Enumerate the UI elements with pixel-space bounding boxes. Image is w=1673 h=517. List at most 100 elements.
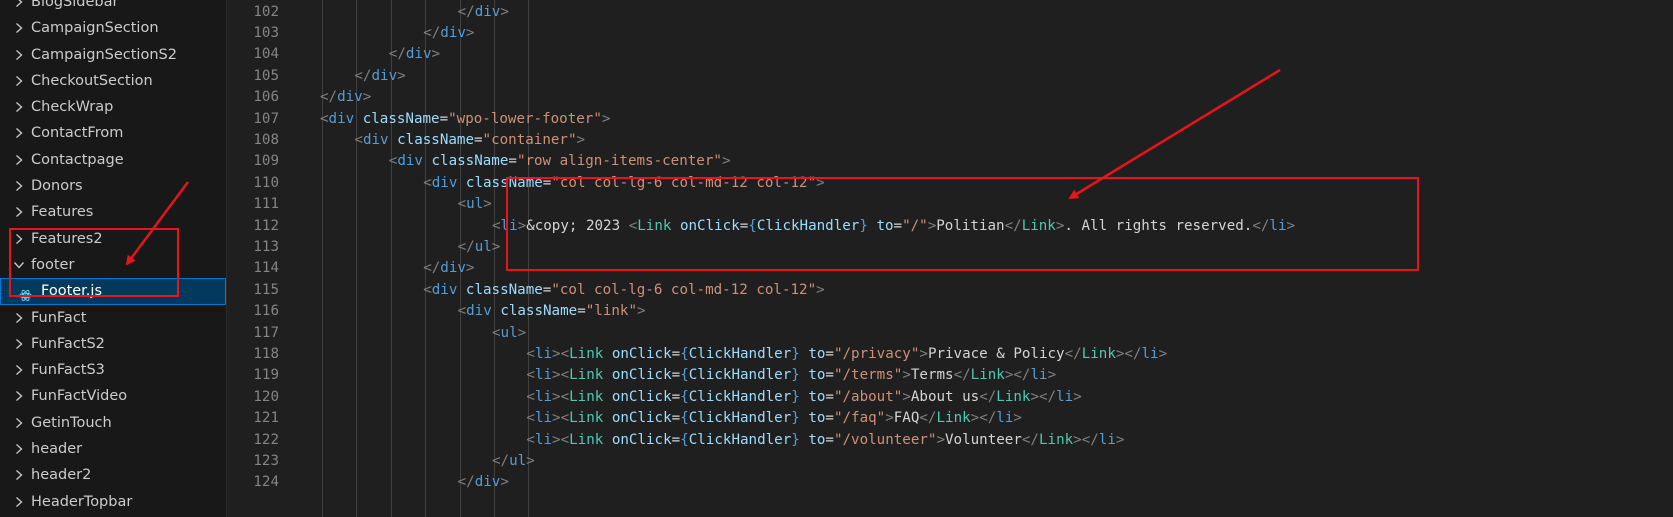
sidebar-folder-getintouch[interactable]: GetinTouch [0, 410, 226, 436]
sidebar-folder-contactfrom[interactable]: ContactFrom [0, 120, 226, 146]
chevron-right-icon[interactable] [13, 410, 25, 436]
chevron-right-icon[interactable] [13, 357, 25, 383]
code-line[interactable]: 107 <div className="wpo-lower-footer"> [227, 108, 1673, 131]
line-number: 105 [253, 67, 279, 84]
code-token: div [371, 67, 398, 84]
code-line[interactable]: 116 <div className="link"> [227, 300, 1673, 323]
chevron-right-icon[interactable] [13, 173, 25, 199]
code-token: </ [492, 452, 510, 469]
code-token: = [671, 388, 681, 405]
code-line[interactable]: 105 </div> [227, 65, 1673, 88]
sidebar-item-label: HeaderTopbar [31, 493, 133, 510]
code-token: li [534, 431, 553, 448]
sidebar-folder-campaignsections2[interactable]: CampaignSectionS2 [0, 42, 226, 68]
chevron-right-icon[interactable] [13, 489, 25, 515]
chevron-right-icon[interactable] [13, 305, 25, 331]
sidebar-folder-checkoutsection[interactable]: CheckoutSection [0, 68, 226, 94]
chevron-right-icon[interactable] [13, 68, 25, 94]
sidebar-folder-contactpage[interactable]: Contactpage [0, 147, 226, 173]
code-line[interactable]: 106 </div> [227, 86, 1673, 109]
code-token: "link" [585, 303, 637, 320]
sidebar-folder-header[interactable]: header [0, 436, 226, 462]
chevron-right-icon[interactable] [13, 147, 25, 173]
code-line[interactable]: 109 <div className="row align-items-cente… [227, 150, 1673, 173]
sidebar-folder-features[interactable]: Features [0, 199, 226, 225]
code-text: <div className="link"> [458, 300, 646, 323]
sidebar-folder-funfacts3[interactable]: FunFactS3 [0, 357, 226, 383]
sidebar-folder-blogsidebar[interactable]: BlogSidebar [0, 0, 226, 15]
code-line[interactable]: 117 <ul> [227, 322, 1673, 345]
code-token: div [405, 46, 432, 63]
code-token: = [671, 410, 681, 427]
chevron-right-icon[interactable] [13, 15, 25, 41]
code-line[interactable]: 115 <div className="col col-lg-6 col-md-1… [227, 279, 1673, 302]
sidebar-folder-funfacts2[interactable]: FunFactS2 [0, 331, 226, 357]
line-number: 113 [253, 238, 279, 255]
code-line[interactable]: 119 <li><Link onClick={ClickHandler} to="… [227, 364, 1673, 387]
sidebar-item-label: FunFactS2 [31, 335, 105, 352]
code-token: ClickHandler [688, 367, 792, 384]
code-token: < [492, 324, 501, 341]
code-token: </ [919, 410, 937, 427]
sidebar-item-label: Donors [31, 178, 83, 195]
code-line[interactable]: 118 <li><Link onClick={ClickHandler} to="… [227, 343, 1673, 366]
code-token: >< [552, 345, 570, 362]
code-token: = [671, 367, 681, 384]
code-token: > [517, 324, 527, 341]
code-token: Link [569, 410, 604, 427]
code-line[interactable]: 102 </div> [227, 1, 1673, 24]
sidebar-folder-donors[interactable]: Donors [0, 173, 226, 199]
code-line[interactable]: 122 <li><Link onClick={ClickHandler} to="… [227, 429, 1673, 452]
chevron-right-icon[interactable] [13, 383, 25, 409]
code-token: ></ [1030, 388, 1057, 405]
chevron-right-icon[interactable] [13, 436, 25, 462]
code-line[interactable]: 104 </div> [227, 43, 1673, 66]
code-token: < [320, 110, 329, 127]
sidebar-item-label: header2 [31, 467, 92, 484]
line-number: 104 [253, 46, 279, 63]
sidebar-folder-headertopbar[interactable]: HeaderTopbar [0, 489, 226, 515]
code-token: >< [552, 388, 570, 405]
code-line[interactable]: 103 </div> [227, 22, 1673, 45]
code-token: ClickHandler [688, 388, 792, 405]
code-line[interactable]: 121 <li><Link onClick={ClickHandler} to="… [227, 407, 1673, 430]
code-token: className [465, 281, 543, 298]
sidebar-folder-campaignsection[interactable]: CampaignSection [0, 15, 226, 41]
code-token: > [936, 431, 946, 448]
chevron-right-icon[interactable] [13, 42, 25, 68]
code-token: > [431, 46, 441, 63]
chevron-right-icon[interactable] [13, 331, 25, 357]
chevron-right-icon[interactable] [13, 94, 25, 120]
code-token: </ [457, 238, 475, 255]
code-token: > [919, 345, 928, 362]
code-line[interactable]: 123 </ul> [227, 450, 1673, 473]
code-token: = [439, 110, 449, 127]
code-token: > [491, 238, 501, 255]
code-token: < [526, 367, 535, 384]
sidebar-folder-header2[interactable]: header2 [0, 462, 226, 488]
sidebar-folder-funfactvideo[interactable]: FunFactVideo [0, 383, 226, 409]
sidebar-folder-checkwrap[interactable]: CheckWrap [0, 94, 226, 120]
chevron-right-icon[interactable] [13, 462, 25, 488]
sidebar-folder-funfact[interactable]: FunFact [0, 305, 226, 331]
code-token: to [808, 431, 826, 448]
code-token: < [354, 131, 363, 148]
code-line[interactable]: 124 </div> [227, 471, 1673, 494]
line-number: 102 [253, 3, 279, 20]
code-text: <div className="col col-lg-6 col-md-12 c… [423, 279, 824, 302]
chevron-right-icon[interactable] [13, 0, 25, 15]
code-line[interactable]: 120 <li><Link onClick={ClickHandler} to="… [227, 386, 1673, 409]
line-number: 106 [253, 89, 279, 106]
code-line[interactable]: 108 <div className="container"> [227, 129, 1673, 152]
chevron-right-icon[interactable] [13, 199, 25, 225]
code-token: onClick [611, 388, 672, 405]
code-token: </ [320, 89, 338, 106]
code-token: "/faq" [833, 410, 886, 427]
code-token: ul [466, 196, 484, 213]
line-number: 121 [253, 410, 279, 427]
code-token: > [500, 474, 509, 491]
chevron-right-icon[interactable] [13, 120, 25, 146]
